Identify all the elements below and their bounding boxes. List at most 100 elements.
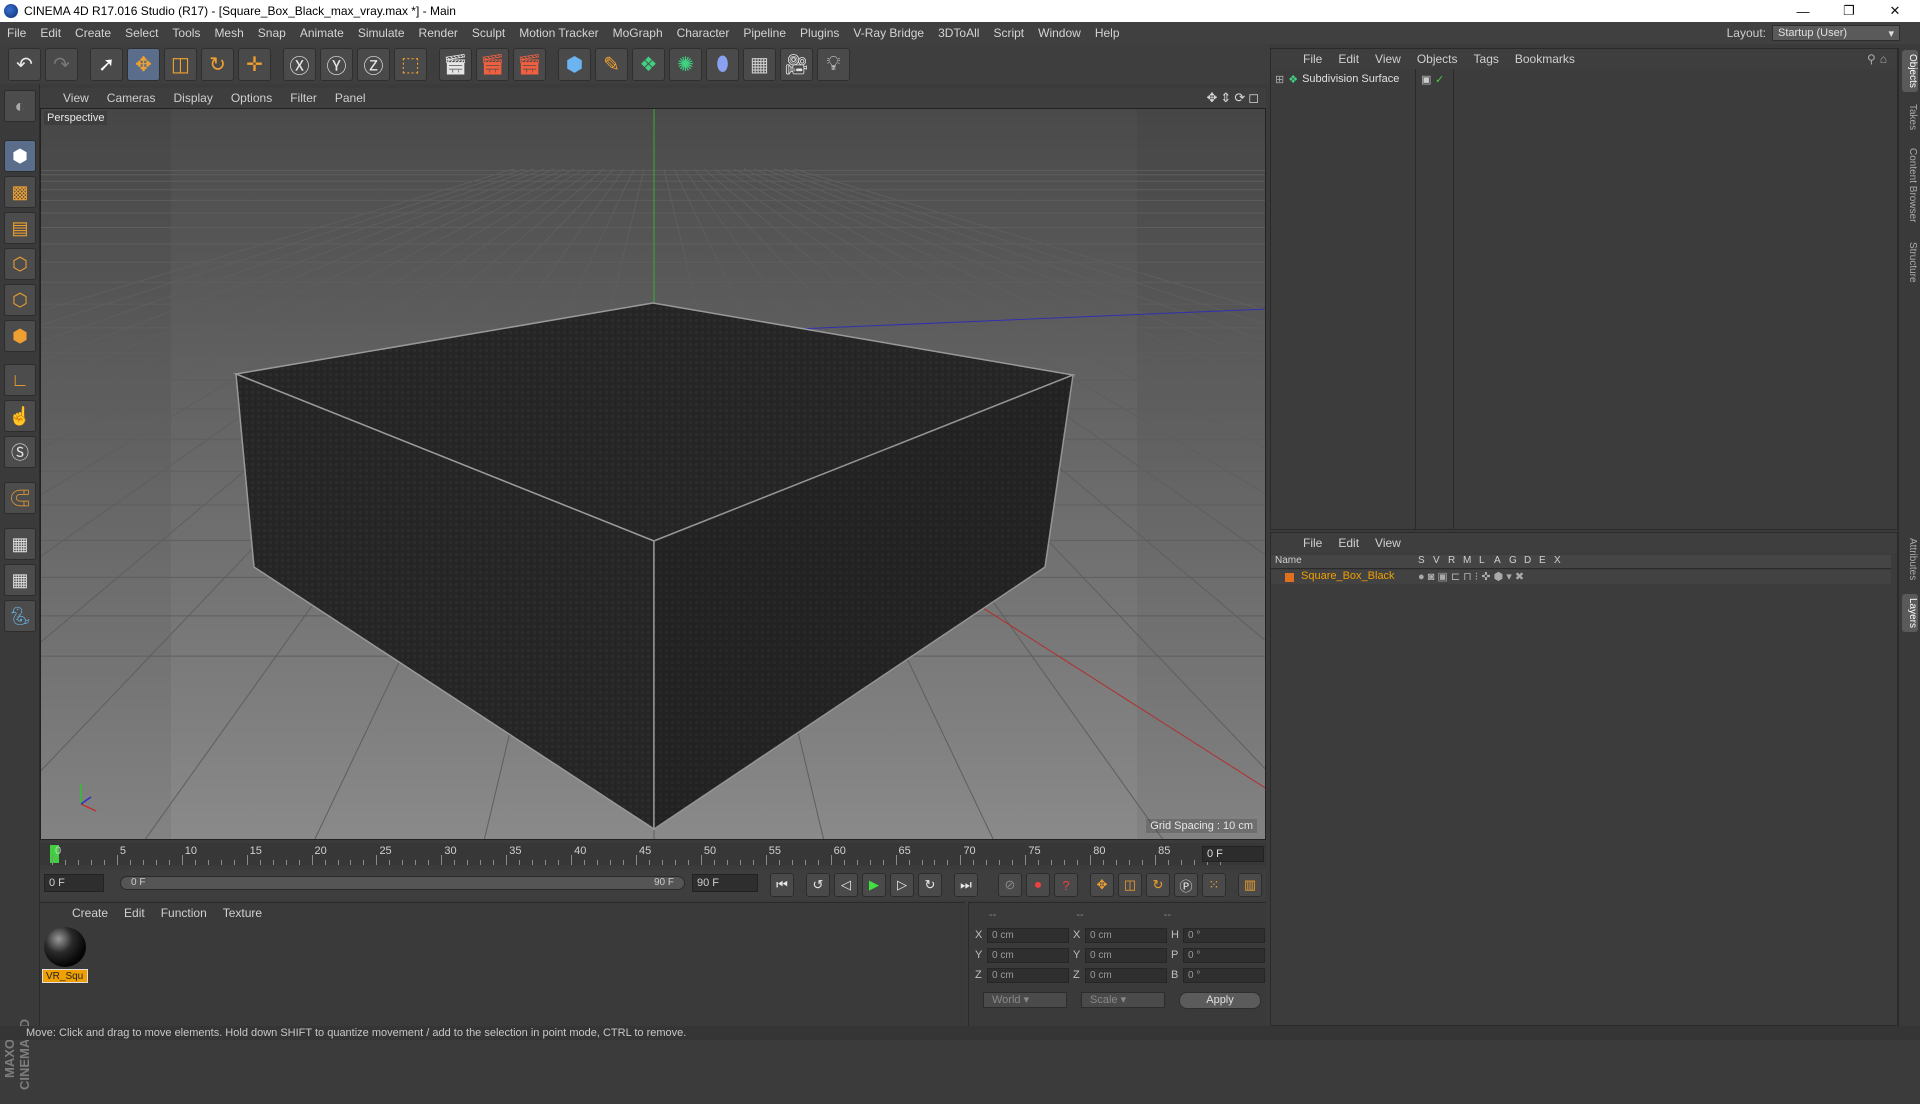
layer-toggle-icons[interactable]: ● ◙ ▣ ⊏ ⊓ ⁝ ✜ ⬢ ▾ ✖ bbox=[1418, 570, 1524, 583]
size-y-field[interactable]: 0 cm bbox=[1085, 947, 1167, 963]
end-frame-field[interactable]: 90 F bbox=[692, 874, 758, 892]
tab-attributes[interactable]: Attributes bbox=[1902, 534, 1918, 584]
start-frame-field[interactable]: 0 F bbox=[44, 874, 104, 892]
object-name[interactable]: Subdivision Surface bbox=[1302, 73, 1399, 85]
rotation-p-field[interactable]: 0 ° bbox=[1183, 947, 1265, 963]
previous-frame-button[interactable]: ◁ bbox=[834, 873, 858, 897]
deformer-button[interactable]: ⬮ bbox=[706, 47, 739, 81]
rotation-b-field[interactable]: 0 ° bbox=[1183, 967, 1265, 983]
keyframe-selection-button[interactable]: ? bbox=[1054, 873, 1078, 897]
expand-toggle-icon[interactable]: ⊞ bbox=[1275, 73, 1284, 86]
tab-layers[interactable]: Layers bbox=[1902, 594, 1918, 633]
menu-motion-tracker[interactable]: Motion Tracker bbox=[512, 26, 605, 40]
lock-y-axis[interactable]: Ⓨ bbox=[320, 47, 353, 81]
tab-objects[interactable]: Objects bbox=[1902, 50, 1918, 92]
layout-select[interactable]: Startup (User) ▾ bbox=[1772, 25, 1900, 41]
lock-z-axis[interactable]: Ⓩ bbox=[357, 47, 390, 81]
objects-menu-bookmarks[interactable]: Bookmarks bbox=[1507, 52, 1583, 66]
rotation-h-field[interactable]: 0 ° bbox=[1183, 927, 1265, 943]
apply-button[interactable]: Apply bbox=[1179, 992, 1261, 1009]
texture-mode-button[interactable]: ▩ bbox=[4, 176, 36, 208]
menu-snap[interactable]: Snap bbox=[251, 26, 293, 40]
camera-button[interactable]: 🎥︎ bbox=[780, 47, 813, 81]
menu-simulate[interactable]: Simulate bbox=[351, 26, 412, 40]
size-mode-select[interactable]: Scale ▾ bbox=[1081, 992, 1165, 1008]
objects-menu-file[interactable]: File bbox=[1295, 52, 1330, 66]
material-menu-edit[interactable]: Edit bbox=[116, 906, 153, 920]
planar-workplane-button[interactable]: ▦ bbox=[4, 564, 36, 596]
objects-menu-tags[interactable]: Tags bbox=[1466, 52, 1507, 66]
menu-select[interactable]: Select bbox=[118, 26, 165, 40]
coordinate-mode-select[interactable]: World ▾ bbox=[983, 992, 1067, 1008]
go-to-end-button[interactable]: ⏭ bbox=[954, 873, 978, 897]
render-settings-button[interactable]: 🎬︎ bbox=[513, 47, 546, 81]
cloner-button[interactable]: ✺ bbox=[669, 47, 702, 81]
viewport-menu-display[interactable]: Display bbox=[164, 91, 221, 105]
timeline-ruler[interactable]: 051015202530354045505560657075808590 0 F bbox=[40, 843, 1266, 865]
rotate-tool[interactable]: ↻ bbox=[201, 47, 234, 81]
scale-tool[interactable]: ◫ bbox=[164, 47, 197, 81]
material-menu-texture[interactable]: Texture bbox=[215, 906, 270, 920]
tab-takes[interactable]: Takes bbox=[1902, 100, 1918, 134]
position-x-field[interactable]: 0 cm bbox=[987, 927, 1069, 943]
viewport-menu-cameras[interactable]: Cameras bbox=[98, 91, 165, 105]
layers-menu-edit[interactable]: Edit bbox=[1330, 536, 1367, 550]
transform-tool[interactable]: ✛ bbox=[238, 47, 271, 81]
menu-render[interactable]: Render bbox=[412, 26, 465, 40]
viewport-navigation-controls[interactable]: ✥⇕⟳◻ bbox=[1207, 90, 1262, 106]
make-editable-button[interactable]: ◐ bbox=[4, 90, 36, 122]
material-thumbnail[interactable] bbox=[44, 927, 86, 967]
viewport-menu-panel[interactable]: Panel bbox=[326, 91, 375, 105]
tab-content-browser[interactable]: Content Browser bbox=[1902, 144, 1918, 226]
menu-mesh[interactable]: Mesh bbox=[207, 26, 250, 40]
layers-menu-view[interactable]: View bbox=[1367, 536, 1409, 550]
axis-mode-button[interactable]: ∟ bbox=[4, 364, 36, 396]
material-menu-create[interactable]: Create bbox=[64, 906, 116, 920]
edges-mode-button[interactable]: ⬡ bbox=[4, 284, 36, 316]
key-scale-button[interactable]: ◫ bbox=[1118, 873, 1142, 897]
lock-x-axis[interactable]: Ⓧ bbox=[283, 47, 316, 81]
lock-workplane-button[interactable]: ▦ bbox=[4, 528, 36, 560]
menu-pipeline[interactable]: Pipeline bbox=[736, 26, 793, 40]
menu-window[interactable]: Window bbox=[1031, 26, 1088, 40]
tweak-mode-button[interactable]: ☝ bbox=[4, 400, 36, 432]
menu-mograph[interactable]: MoGraph bbox=[606, 26, 670, 40]
menu-help[interactable]: Help bbox=[1088, 26, 1127, 40]
restore-button[interactable]: ❐ bbox=[1826, 0, 1872, 22]
autokeying-button[interactable]: ⏺ bbox=[1026, 873, 1050, 897]
tab-structure[interactable]: Structure bbox=[1902, 238, 1918, 287]
render-view-button[interactable]: 🎬︎ bbox=[439, 47, 472, 81]
snap-button[interactable]: Ⓢ bbox=[4, 436, 36, 468]
object-manager-search-icon[interactable]: ⚲⌂ bbox=[1859, 52, 1897, 66]
redo-button[interactable]: ↷ bbox=[45, 47, 78, 81]
viewport-menu-view[interactable]: View bbox=[54, 91, 98, 105]
move-tool[interactable]: ✥ bbox=[127, 47, 160, 81]
menu-character[interactable]: Character bbox=[670, 26, 737, 40]
edit-visibility-icon[interactable]: ▣ bbox=[1421, 73, 1431, 86]
model-mode-button[interactable]: ⬢ bbox=[4, 140, 36, 172]
record-active-objects-button[interactable]: ⊘ bbox=[998, 873, 1022, 897]
layer-color-swatch[interactable] bbox=[1285, 573, 1294, 582]
key-point-level-button[interactable]: ⁙ bbox=[1202, 873, 1226, 897]
key-position-button[interactable]: ✥ bbox=[1090, 873, 1114, 897]
floor-button[interactable]: ▦ bbox=[743, 47, 776, 81]
menu-file[interactable]: File bbox=[0, 26, 33, 40]
size-z-field[interactable]: 0 cm bbox=[1085, 967, 1167, 983]
layer-name[interactable]: Square_Box_Black bbox=[1301, 570, 1395, 582]
position-z-field[interactable]: 0 cm bbox=[987, 967, 1069, 983]
object-row-subdivision-surface[interactable]: ⊞ ❖ Subdivision Surface ▣ ✓ bbox=[1275, 71, 1444, 87]
current-frame-field[interactable]: 0 F bbox=[1202, 846, 1264, 862]
size-x-field[interactable]: 0 cm bbox=[1085, 927, 1167, 943]
close-button[interactable]: ✕ bbox=[1872, 0, 1918, 22]
viewport-menu-filter[interactable]: Filter bbox=[281, 91, 326, 105]
menu-edit[interactable]: Edit bbox=[33, 26, 68, 40]
minimize-button[interactable]: — bbox=[1780, 0, 1826, 22]
magnet-button[interactable]: 🧲︎ bbox=[4, 482, 36, 514]
menu-script[interactable]: Script bbox=[986, 26, 1031, 40]
go-to-start-button[interactable]: ⏮ bbox=[770, 873, 794, 897]
menu-plugins[interactable]: Plugins bbox=[793, 26, 846, 40]
coordinate-system-button[interactable]: ⬚ bbox=[394, 47, 427, 81]
menu-vray-bridge[interactable]: V-Ray Bridge bbox=[846, 26, 931, 40]
material-menu-function[interactable]: Function bbox=[153, 906, 215, 920]
polygons-mode-button[interactable]: ⬢ bbox=[4, 320, 36, 352]
